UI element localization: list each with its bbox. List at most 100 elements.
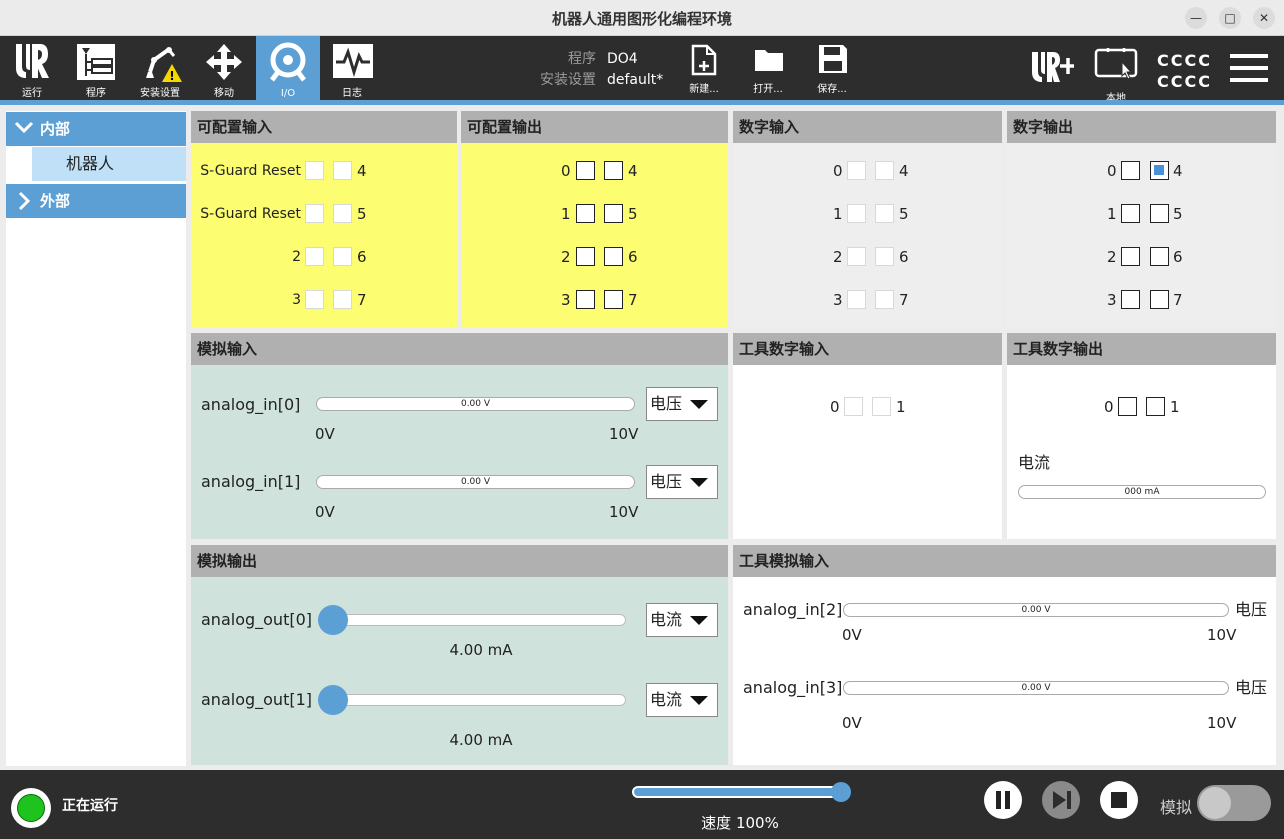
run-status-label: 正在运行: [62, 798, 118, 814]
nav-label: 安装设置: [140, 88, 180, 99]
output-checkbox[interactable]: [604, 204, 623, 223]
output-checkbox[interactable]: [1121, 204, 1140, 223]
nav-label: 移动: [214, 88, 234, 99]
input-checkbox: [847, 161, 866, 180]
input-checkbox: [333, 290, 352, 309]
slider-handle[interactable]: [318, 685, 348, 715]
io-icon: [270, 42, 306, 82]
output-checkbox[interactable]: [576, 247, 595, 266]
mode-dropdown[interactable]: 电流: [646, 603, 718, 637]
input-checkbox: [847, 204, 866, 223]
slider-track[interactable]: [319, 614, 626, 626]
input-checkbox: [305, 204, 324, 223]
panel-title: 数字输出: [1007, 111, 1276, 143]
program-values: DO4 default*: [607, 49, 663, 91]
nav-io[interactable]: I/O: [256, 36, 320, 100]
dropdown-arrow-icon: [690, 696, 708, 705]
output-checkbox[interactable]: [1150, 247, 1169, 266]
accent-strip: [0, 100, 1284, 105]
io-row: 0 1: [733, 396, 1002, 418]
io-row: 0 4: [733, 160, 1002, 182]
output-checkbox[interactable]: [576, 204, 595, 223]
simulate-label: 模拟: [1160, 798, 1193, 817]
configurable-input-panel: 可配置输入 S-Guard Reset 4 S-Guard Reset 5 2 …: [191, 111, 457, 327]
simulate-toggle[interactable]: [1197, 785, 1271, 821]
program-labels: 程序 安装设置: [532, 49, 596, 91]
speed-slider-track[interactable]: [632, 786, 842, 798]
mode-dropdown[interactable]: 电流: [646, 683, 718, 717]
nav-move[interactable]: 移动: [192, 36, 256, 100]
tree-item-internal[interactable]: 内部: [6, 112, 186, 146]
dropdown-arrow-icon: [690, 400, 708, 409]
nav-run[interactable]: 运行: [0, 36, 64, 100]
panel-title: 工具数字输出: [1007, 333, 1276, 365]
stop-button[interactable]: [1100, 781, 1138, 819]
tree-item-robot[interactable]: 机器人: [32, 147, 186, 181]
output-number: 1: [1170, 398, 1180, 416]
open-folder-icon: [755, 50, 783, 71]
slider-track[interactable]: [319, 694, 626, 706]
io-row: 0 4: [461, 160, 728, 182]
svg-text:!: !: [169, 69, 174, 83]
output-number: 6: [1173, 248, 1183, 266]
input-number: 7: [357, 291, 367, 309]
io-row: S-Guard Reset 4: [191, 160, 457, 182]
output-checkbox[interactable]: [1150, 204, 1169, 223]
output-checkbox[interactable]: [604, 247, 623, 266]
io-row: 3 7: [461, 289, 728, 311]
minimize-button[interactable]: —: [1185, 7, 1207, 29]
save-button[interactable]: 保存...: [804, 36, 860, 100]
nav-installation[interactable]: ! 安装设置: [128, 36, 192, 100]
input-number: 0: [830, 398, 840, 416]
chevron-down-icon: [14, 121, 34, 134]
output-checkbox[interactable]: [1121, 247, 1140, 266]
input-checkbox: [847, 247, 866, 266]
close-button[interactable]: ✕: [1253, 7, 1275, 29]
run-status-icon: [11, 788, 51, 828]
output-checkbox[interactable]: [576, 161, 595, 180]
output-checkbox[interactable]: [1121, 290, 1140, 309]
pause-icon: [996, 791, 1010, 809]
output-checkbox[interactable]: [1118, 397, 1137, 416]
input-number: 1: [896, 398, 906, 416]
mode-dropdown[interactable]: 电压: [646, 387, 718, 421]
output-number: 6: [628, 248, 638, 266]
analog-name: analog_in[1]: [201, 472, 301, 491]
output-checkbox[interactable]: [604, 290, 623, 309]
mode-label: 电压: [1235, 678, 1268, 697]
panel-body: analog_out[0] 4.00 mA 电流 analog_out[1] 4…: [191, 577, 728, 765]
panel-body: 0 1 电流 000 mA: [1007, 365, 1276, 539]
maximize-button[interactable]: □: [1219, 7, 1241, 29]
output-checkbox[interactable]: [1146, 397, 1165, 416]
output-checkbox[interactable]: [1121, 161, 1140, 180]
output-checkbox[interactable]: [576, 290, 595, 309]
new-button[interactable]: 新建...: [676, 36, 732, 100]
input-number: 5: [357, 205, 367, 223]
tool-analog-input-panel: 工具模拟输入 analog_in[2] 0.00 V 电压 0V 10V ana…: [733, 545, 1276, 765]
digital-output-panel: 数字输出 0 4 1 5 2 6 3 7: [1007, 111, 1276, 327]
mode-value: 电压: [650, 472, 683, 491]
analog-name: analog_out[0]: [201, 610, 313, 629]
panel-body: analog_in[2] 0.00 V 电压 0V 10V analog_in[…: [733, 577, 1276, 765]
output-number: 0: [1107, 162, 1117, 180]
urcaps-plus-icon[interactable]: [1030, 50, 1074, 84]
open-button[interactable]: 打开...: [740, 36, 796, 100]
mode-dropdown[interactable]: 电压: [646, 465, 718, 499]
output-checkbox-checked[interactable]: [1150, 161, 1169, 180]
nav-log[interactable]: 日志: [320, 36, 384, 100]
program-tree-icon: [77, 44, 115, 80]
nav-program[interactable]: 程序: [64, 36, 128, 100]
step-button[interactable]: [1042, 781, 1080, 819]
tool-digital-output-panel: 工具数字输出 0 1 电流 000 mA: [1007, 333, 1276, 539]
tree-item-external[interactable]: 外部: [6, 184, 186, 218]
io-row: 0 1: [1007, 396, 1276, 418]
output-number: 2: [1107, 248, 1117, 266]
output-checkbox[interactable]: [1150, 290, 1169, 309]
speed-slider-handle[interactable]: [831, 782, 851, 802]
panel-title: 工具数字输入: [733, 333, 1002, 365]
local-button[interactable]: 本地: [1090, 36, 1142, 104]
slider-handle[interactable]: [318, 605, 348, 635]
pause-button[interactable]: [984, 781, 1022, 819]
output-checkbox[interactable]: [604, 161, 623, 180]
hamburger-menu-icon[interactable]: [1230, 53, 1268, 83]
